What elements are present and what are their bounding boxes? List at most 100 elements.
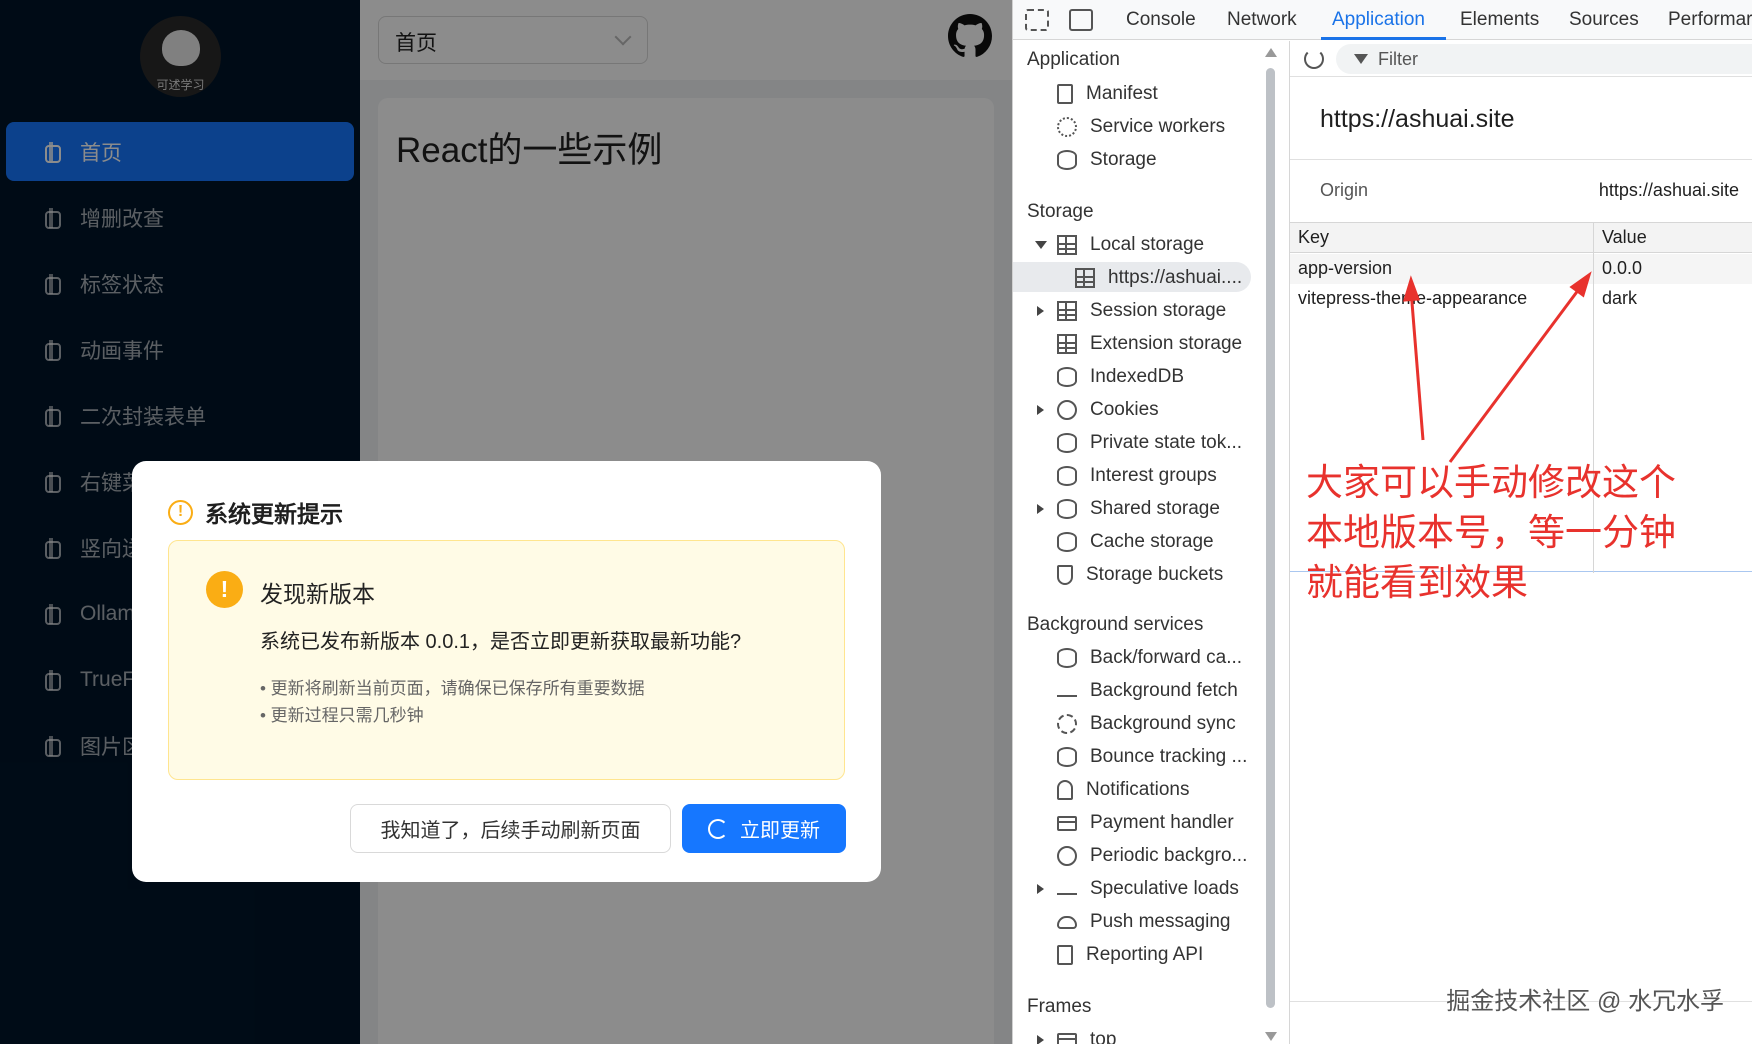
expanded-arrow-icon[interactable]: [1035, 241, 1047, 249]
alert-note: • 更新将刷新当前页面，请确保已保存所有重要数据: [260, 679, 645, 698]
tree-scrollbar[interactable]: [1265, 48, 1277, 1041]
database-icon: [1057, 433, 1077, 453]
filter-input[interactable]: Filter: [1336, 44, 1752, 74]
tree-item-service-workers[interactable]: Service workers: [1057, 112, 1225, 142]
sync-icon: [1057, 714, 1077, 734]
tree-item-private-state-tokens[interactable]: Private state tok...: [1057, 428, 1242, 458]
tree-item-cookies[interactable]: Cookies: [1037, 395, 1159, 425]
tree-item-notifications[interactable]: Notifications: [1057, 775, 1190, 805]
database-icon: [1057, 150, 1077, 170]
tab-application[interactable]: Application: [1332, 9, 1425, 31]
tree-item-payment-handler[interactable]: Payment handler: [1057, 808, 1234, 838]
tree-item-label: Storage buckets: [1086, 564, 1224, 585]
bucket-icon: [1057, 565, 1073, 585]
tree-item-reporting-api[interactable]: Reporting API: [1057, 940, 1203, 970]
update-now-button[interactable]: 立即更新: [682, 804, 846, 853]
alert-note: • 更新过程只需几秒钟: [260, 706, 424, 725]
tree-item-session-storage[interactable]: Session storage: [1037, 296, 1226, 326]
row-key[interactable]: app-version: [1298, 258, 1392, 279]
column-header-key[interactable]: Key: [1298, 227, 1329, 248]
tree-item-label: top: [1090, 1029, 1117, 1044]
later-button[interactable]: 我知道了，后续手动刷新页面: [350, 804, 671, 853]
collapsed-arrow-icon[interactable]: [1037, 504, 1044, 514]
tree-item-manifest[interactable]: Manifest: [1057, 79, 1158, 109]
table-icon: [1057, 334, 1077, 354]
table-icon: [1075, 268, 1095, 288]
alert-heading: 发现新版本: [260, 581, 375, 607]
origin-value: https://ashuai.site: [1598, 180, 1739, 200]
tree-item-label: Extension storage: [1090, 333, 1243, 354]
device-toolbar-icon[interactable]: [1069, 9, 1093, 31]
tree-item-label: Notifications: [1086, 779, 1190, 800]
cloud-icon: [1057, 915, 1077, 929]
filter-placeholder: Filter: [1378, 49, 1418, 69]
tree-item-local-storage-origin[interactable]: https://ashuai....: [1075, 263, 1242, 293]
scrollbar-thumb[interactable]: [1266, 68, 1275, 1008]
filter-icon: [1354, 54, 1368, 64]
tree-item-indexeddb[interactable]: IndexedDB: [1057, 362, 1184, 392]
tree-item-cache-storage[interactable]: Cache storage: [1057, 527, 1214, 557]
database-icon: [1057, 499, 1077, 519]
tree-item-storage[interactable]: Storage: [1057, 145, 1157, 175]
tree-item-label: Background fetch: [1090, 680, 1238, 701]
modal-title-text: 系统更新提示: [205, 501, 343, 527]
section-application: Application: [1027, 49, 1120, 70]
collapsed-arrow-icon[interactable]: [1037, 306, 1044, 316]
bell-icon: [1057, 780, 1073, 800]
tree-item-bounce-tracking[interactable]: Bounce tracking ...: [1057, 742, 1247, 772]
scroll-up-icon[interactable]: [1265, 48, 1277, 57]
tree-item-label: Reporting API: [1086, 944, 1204, 965]
row-value[interactable]: dark: [1602, 288, 1637, 309]
row-value[interactable]: 0.0.0: [1602, 258, 1642, 279]
origin-label: Origin: [1320, 180, 1369, 200]
document-icon: [1057, 945, 1073, 965]
tree-item-label: Shared storage: [1090, 498, 1220, 519]
inspect-element-icon[interactable]: [1025, 9, 1049, 31]
update-alert: ! 发现新版本 系统已发布新版本 0.0.1，是否立即更新获取最新功能? • 更…: [168, 540, 845, 780]
tree-item-background-fetch[interactable]: Background fetch: [1057, 676, 1238, 706]
collapsed-arrow-icon[interactable]: [1037, 884, 1044, 894]
database-icon: [1057, 747, 1077, 767]
tree-item-speculative-loads[interactable]: Speculative loads: [1037, 874, 1239, 904]
tab-performance[interactable]: Performar: [1668, 9, 1752, 31]
tree-item-local-storage[interactable]: Local storage: [1035, 230, 1205, 260]
database-icon: [1057, 466, 1077, 486]
active-tab-indicator: [1321, 37, 1446, 40]
collapsed-arrow-icon[interactable]: [1037, 1035, 1044, 1044]
application-sidebar-tree: Application Manifest Service workers Sto…: [1013, 41, 1263, 1044]
tree-item-label: Cache storage: [1090, 531, 1214, 552]
watermark: 掘金技术社区 @ 水冗水孚: [1446, 988, 1724, 1015]
database-icon: [1057, 367, 1077, 387]
update-modal: ! 系统更新提示 ! 发现新版本 系统已发布新版本 0.0.1，是否立即更新获取…: [132, 461, 881, 882]
refresh-icon[interactable]: [1304, 49, 1324, 69]
tree-item-label: Payment handler: [1090, 812, 1234, 833]
warning-circle-icon: !: [168, 499, 193, 525]
tree-item-shared-storage[interactable]: Shared storage: [1037, 494, 1220, 524]
database-icon: [1057, 648, 1077, 668]
tab-elements[interactable]: Elements: [1460, 9, 1539, 31]
row-key[interactable]: vitepress-theme-appearance: [1298, 288, 1527, 309]
scroll-down-icon[interactable]: [1265, 1032, 1277, 1041]
tree-item-storage-buckets[interactable]: Storage buckets: [1057, 560, 1223, 590]
tree-item-push-messaging[interactable]: Push messaging: [1057, 907, 1230, 937]
tab-sources[interactable]: Sources: [1569, 9, 1639, 31]
tree-item-back-forward-cache[interactable]: Back/forward ca...: [1057, 643, 1242, 673]
app-window: 可述学习 首页 增删改查 标签状态 动画事件 二次封装表单 右键菜 竖向送 Ol…: [0, 0, 1012, 1044]
tab-network[interactable]: Network: [1227, 9, 1297, 31]
tree-item-extension-storage[interactable]: Extension storage: [1057, 329, 1242, 359]
table-header: [1290, 223, 1752, 253]
tree-item-background-sync[interactable]: Background sync: [1057, 709, 1236, 739]
tree-item-label: Private state tok...: [1090, 432, 1243, 453]
divider: [1290, 159, 1752, 160]
tree-item-frame-top[interactable]: top: [1037, 1025, 1117, 1044]
tree-item-interest-groups[interactable]: Interest groups: [1057, 461, 1217, 491]
collapsed-arrow-icon[interactable]: [1037, 405, 1044, 415]
tree-item-periodic-background-sync[interactable]: Periodic backgro...: [1057, 841, 1247, 871]
column-header-value[interactable]: Value: [1602, 227, 1647, 248]
tree-item-label: Local storage: [1090, 234, 1205, 255]
tree-item-label: Back/forward ca...: [1090, 647, 1243, 668]
tree-item-label: Bounce tracking ...: [1090, 746, 1248, 767]
tab-console[interactable]: Console: [1126, 9, 1196, 31]
tree-item-label: Background sync: [1090, 713, 1236, 734]
database-icon: [1057, 532, 1077, 552]
